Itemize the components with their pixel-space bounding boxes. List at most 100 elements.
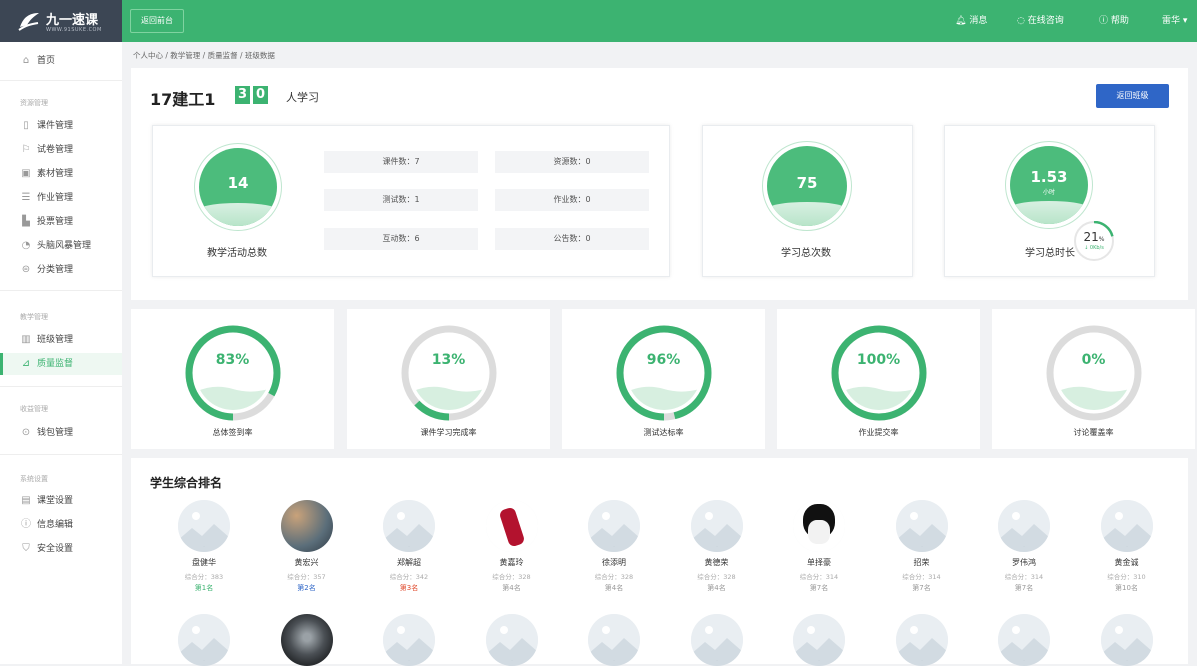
activity-total: 14 [227, 174, 249, 192]
speed-badge-unit: % [1098, 236, 1105, 243]
student-name: 黄德荣 [704, 558, 729, 567]
student-card[interactable]: · 罗伟鸿 综合分：314 第7名 [984, 500, 1064, 600]
user-menu[interactable]: 雷华 ▾ [1162, 0, 1187, 42]
avatar: · [998, 500, 1050, 552]
avatar[interactable]: · [485, 614, 538, 666]
avatar[interactable]: · [383, 614, 435, 666]
sidebar-item-label: 信息编辑 [37, 520, 74, 530]
sidebar-item-materials[interactable]: ▣ 素材管理 [0, 163, 122, 185]
ring-label: 测试达标率 [643, 428, 684, 437]
sidebar-item-security[interactable]: ⛉ 安全设置 [0, 538, 122, 560]
ring-gauge [1046, 325, 1142, 421]
back-to-front-button[interactable]: 返回前台 [130, 9, 184, 33]
avatar[interactable] [280, 614, 333, 666]
student-card[interactable]: · 黄德荣 综合分：328 第4名 [677, 500, 757, 600]
student-name: 黄宏兴 [294, 558, 319, 567]
student-card[interactable]: 单择豪 综合分：314 第7名 [779, 500, 859, 600]
ring-label: 课件学习完成率 [420, 428, 477, 437]
breadcrumb[interactable]: 个人中心 / 教学管理 / 质量监督 / 班级数据 [133, 50, 275, 61]
student-score: 综合分：328 [697, 573, 736, 581]
divider [0, 386, 122, 387]
avatar[interactable]: · [1100, 614, 1153, 666]
sidebar-item-classroom-settings[interactable]: ▤ 课堂设置 [0, 490, 122, 512]
svg-text:·: · [1126, 544, 1127, 549]
sidebar-item-vote[interactable]: ▙ 投票管理 [0, 211, 122, 233]
student-card[interactable]: 黄嘉玲 综合分：328 第4名 [472, 500, 552, 600]
svg-text:·: · [613, 658, 614, 663]
speed-badge-sub: ↓ 0Kb/s [1084, 245, 1104, 251]
sidebar-item-label: 课堂设置 [37, 496, 74, 506]
messages-link[interactable]: 🔔︎ 消息 [955, 0, 987, 42]
sidebar-item-home[interactable]: ⌂ 首页 [0, 50, 122, 72]
avatar[interactable]: · [793, 614, 845, 666]
sidebar-item-wallet[interactable]: ⊙ 钱包管理 [0, 422, 122, 444]
student-name: 郑解超 [397, 558, 421, 567]
sidebar-item-label: 作业管理 [37, 193, 74, 203]
avatar[interactable]: · [895, 614, 948, 666]
sidebar-item-homework[interactable]: ☰ 作业管理 [0, 187, 122, 209]
student-card[interactable]: 黄宏兴 综合分：357 第2名 [267, 500, 347, 600]
learner-count-digit: 0 [253, 86, 268, 104]
student-score: 综合分：328 [492, 573, 531, 581]
svg-text:·: · [613, 544, 614, 549]
user-name: 雷华 [1162, 16, 1181, 26]
avatar: · [588, 500, 640, 552]
logo-mark-icon [18, 13, 39, 31]
return-class-button[interactable]: 返回班级 [1096, 84, 1169, 108]
brand-sub: WWW.91SUKE.COM [46, 27, 102, 33]
student-name: 盘健华 [192, 558, 216, 567]
ring-value: 96% [646, 352, 681, 368]
student-name: 罗伟鸿 [1012, 558, 1036, 567]
student-card[interactable]: · 招荣 综合分：314 第7名 [882, 500, 962, 600]
student-name: 招荣 [913, 558, 930, 567]
stat-courseware: 课件数：7 [324, 151, 478, 173]
sidebar-item-brainstorm[interactable]: ◔ 头脑风暴管理 [0, 235, 122, 257]
wallet-icon: ⊙ [21, 427, 31, 438]
ring-value: 0% [1081, 352, 1106, 368]
avatar [793, 500, 845, 552]
avatar[interactable]: · [690, 614, 743, 666]
student-card[interactable]: · 盘健华 综合分：383 第1名 [164, 500, 244, 600]
student-score: 综合分：310 [1107, 573, 1146, 581]
avatar[interactable]: · [588, 614, 640, 666]
student-name: 单择豪 [807, 558, 831, 567]
list-icon: ☰ [21, 192, 31, 203]
avatar: · [383, 500, 435, 552]
student-score: 综合分：314 [902, 573, 941, 581]
learner-count-digit: 3 [235, 86, 250, 104]
ring-gauge [401, 325, 497, 421]
sidebar-item-category[interactable]: ⊜ 分类管理 [0, 259, 122, 281]
book-icon: ▥ [21, 334, 31, 345]
online-consult-link[interactable]: ◌ 在线咨询 [1017, 0, 1064, 42]
svg-text:·: · [818, 658, 819, 663]
bell-icon: 🔔︎ [955, 16, 967, 26]
help-link[interactable]: ⓘ 帮助 [1099, 0, 1129, 42]
avatar[interactable]: · [998, 614, 1050, 666]
sidebar-item-papers[interactable]: ⚐ 试卷管理 [0, 139, 122, 161]
sidebar-item-courseware[interactable]: ▯ 课件管理 [0, 115, 122, 137]
sidebar-item-class[interactable]: ▥ 班级管理 [0, 329, 122, 351]
study-count-circle: 75 [762, 141, 852, 231]
home-icon: ⌂ [22, 55, 30, 66]
svg-text:·: · [203, 544, 204, 549]
svg-text:·: · [511, 658, 512, 663]
online-label: 在线咨询 [1027, 16, 1064, 26]
sidebar-item-quality[interactable]: ⊿ 质量监督 [0, 353, 122, 375]
student-card[interactable]: · 黄金诚 综合分：310 第10名 [1087, 500, 1167, 600]
student-score: 综合分：383 [184, 573, 224, 581]
sidebar-item-label: 课件管理 [37, 121, 74, 131]
avatar[interactable]: · [178, 614, 230, 666]
student-card[interactable]: · 郑解超 综合分：342 第3名 [369, 500, 449, 600]
ring-card-homework-submit-rate: 100% 作业提交率 [777, 309, 980, 449]
student-card[interactable]: · 徐添明 综合分：328 第4名 [574, 500, 654, 600]
sidebar-item-info-edit[interactable]: ⓘ 信息编辑 [0, 514, 122, 536]
brand-logo[interactable]: 九一速课 WWW.91SUKE.COM [0, 0, 122, 42]
ring-gauge [616, 325, 712, 421]
avatar: · [690, 500, 743, 552]
activity-caption: 教学活动总数 [207, 248, 267, 259]
svg-text:·: · [203, 658, 204, 663]
ring-value: 13% [431, 352, 466, 368]
ring-gauge [185, 325, 281, 421]
study-time-unit: 小时 [1042, 189, 1055, 196]
divider [0, 290, 122, 291]
